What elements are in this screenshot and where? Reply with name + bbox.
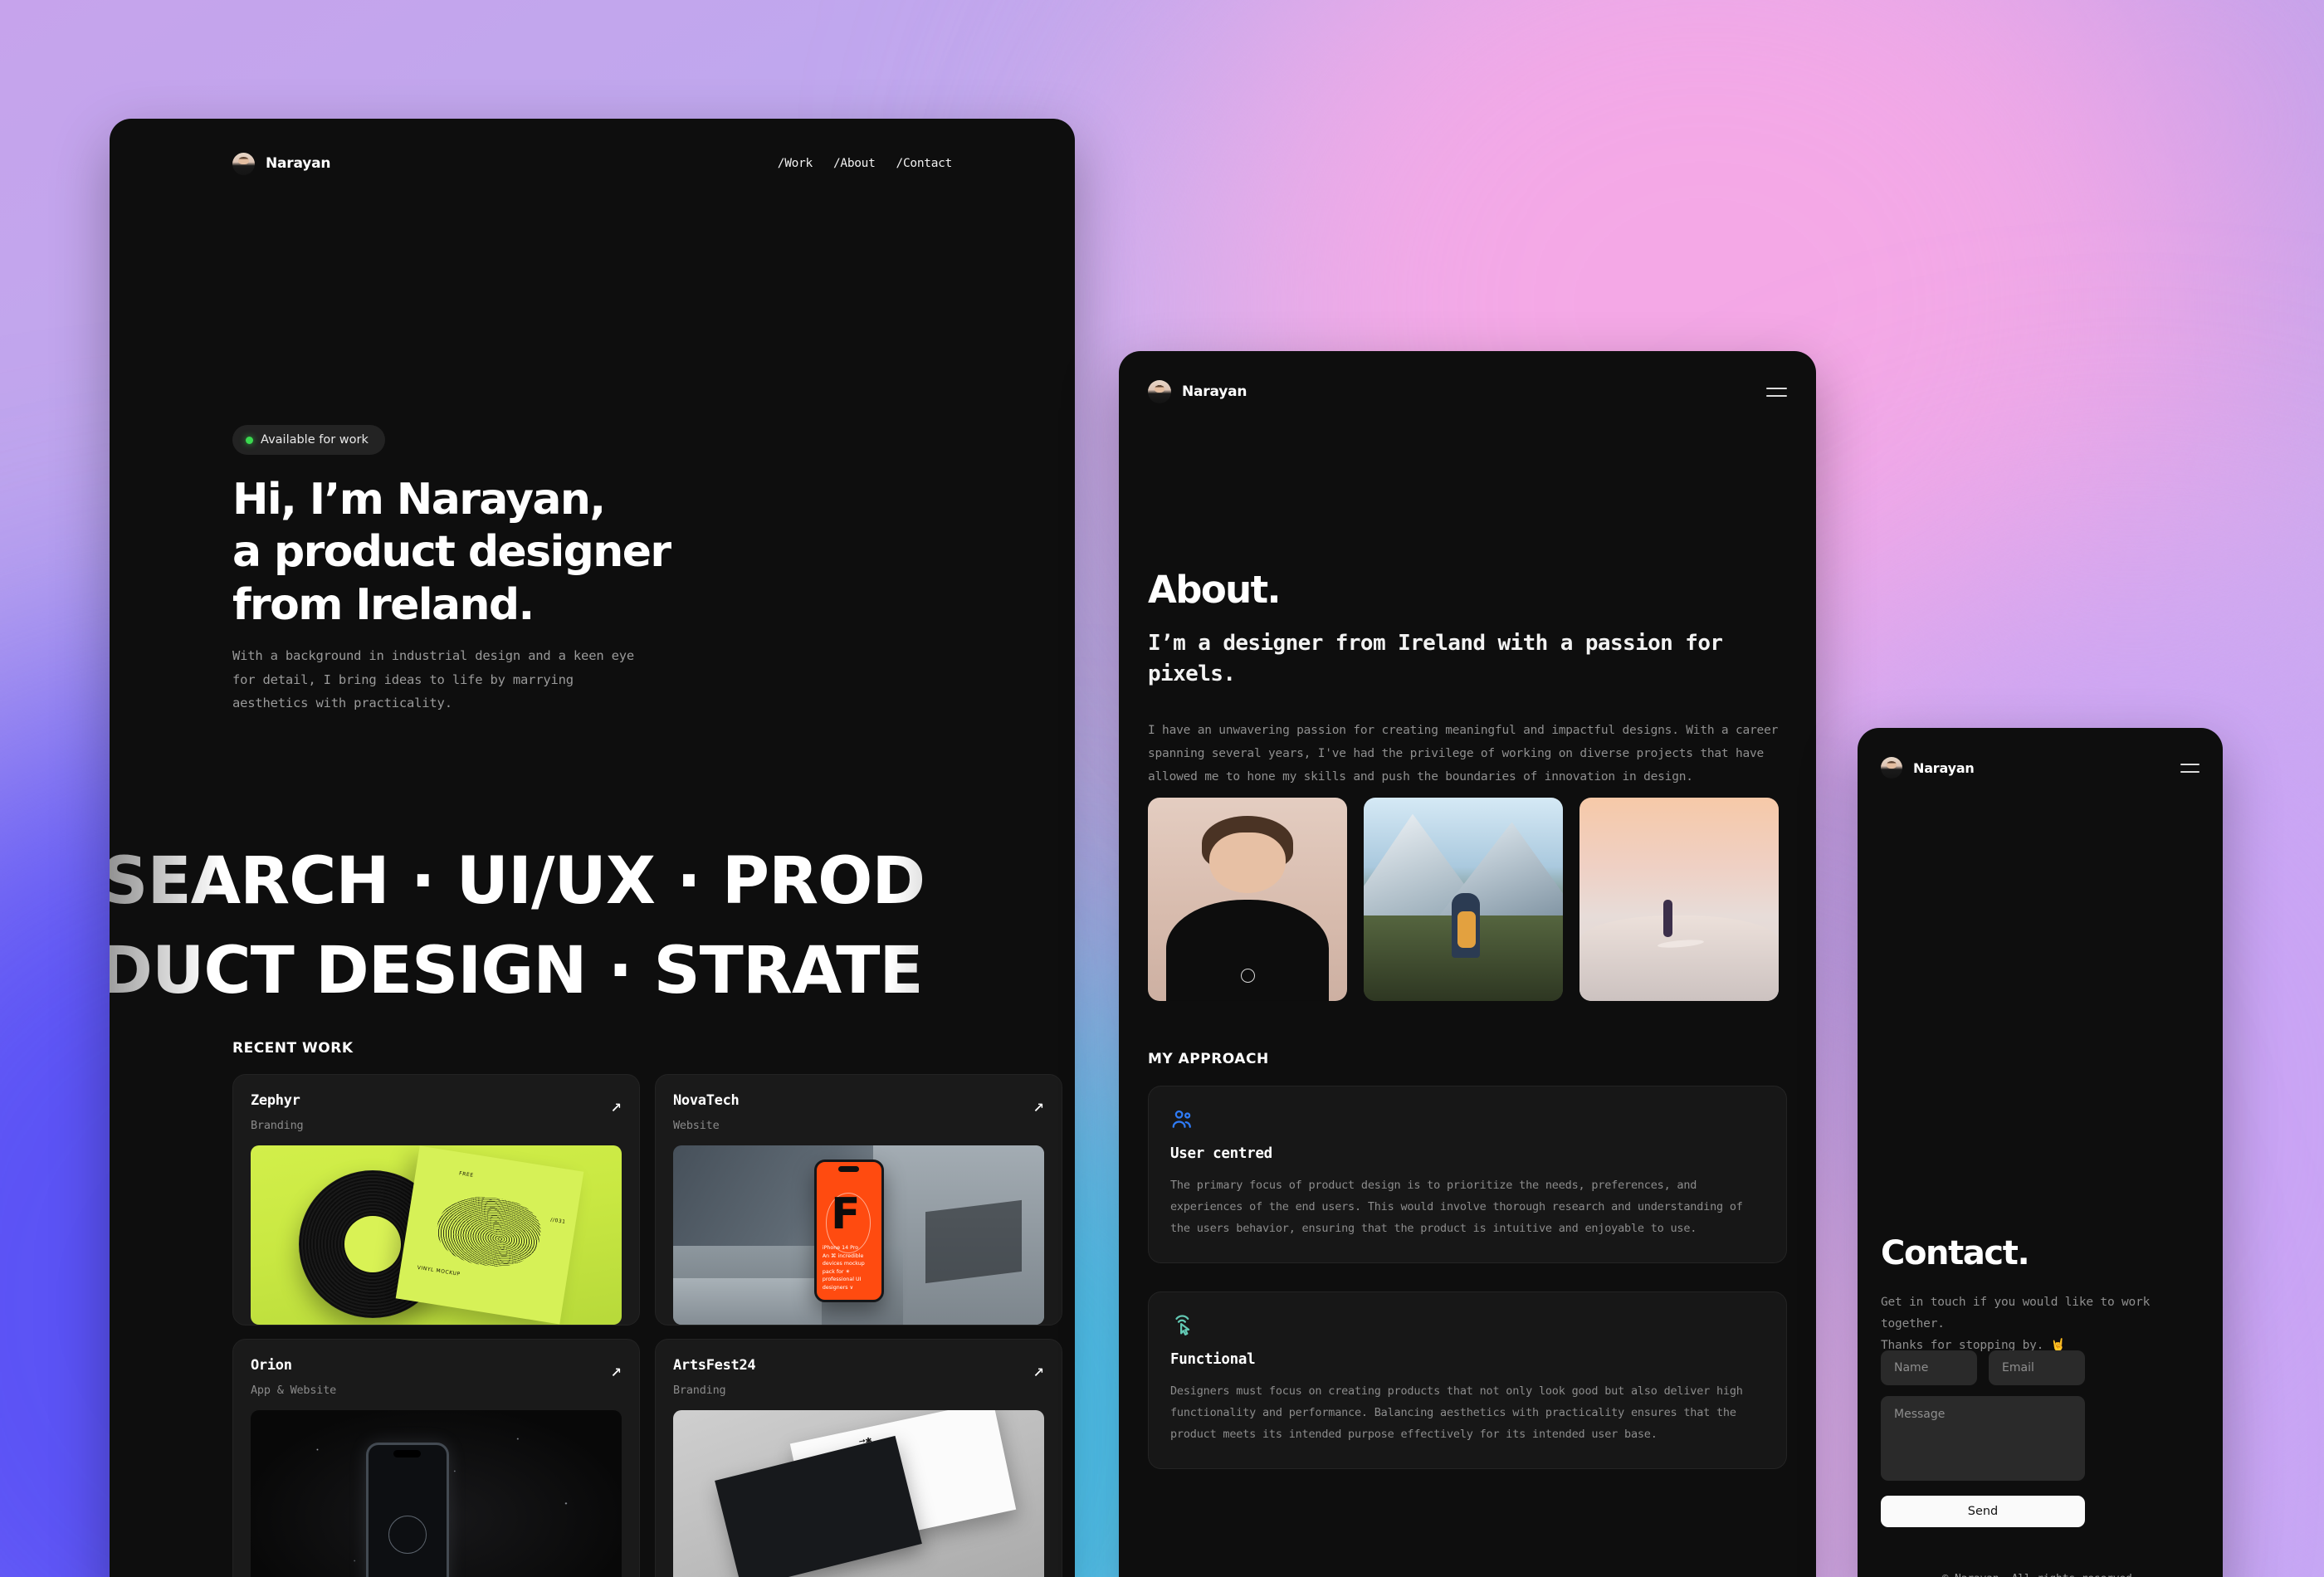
contact-page-panel: Narayan Contact. Get in touch if you wou… (1858, 728, 2223, 1577)
project-card-artsfest24[interactable]: ArtsFest24 Branding ↗ ➞✱ (655, 1339, 1062, 1577)
users-icon (1170, 1107, 1765, 1132)
headline-line-3: from Ireland. (232, 579, 535, 630)
marquee-line-1: ESEARCH · UI/UX · PROD (110, 837, 1075, 927)
copyright-text: © Narayan. All rights reserved. (1858, 1573, 2223, 1577)
project-thumbnail-vinyl: FREE //031 VINYL MOCKUP (251, 1145, 622, 1325)
project-title: Zephyr (251, 1092, 300, 1109)
avatar (1148, 380, 1171, 403)
approach-body: The primary focus of product design is t… (1170, 1179, 1743, 1236)
arrow-up-right-icon[interactable]: ↗ (1033, 1357, 1044, 1380)
availability-label: Available for work (261, 433, 369, 447)
project-title: Orion (251, 1357, 292, 1374)
brand-name: Narayan (1913, 759, 1975, 776)
status-dot-icon (246, 436, 253, 444)
about-page-panel: Narayan About. I’m a designer from Irela… (1119, 351, 1816, 1577)
message-input[interactable] (1881, 1396, 2085, 1481)
about-body-text: I have an unwavering passion for creatin… (1148, 724, 1779, 784)
project-tag: Branding (673, 1384, 726, 1397)
desktop-header: Narayan /Work /About /Contact (232, 145, 952, 182)
project-tag: Branding (251, 1119, 304, 1132)
cursor-click-icon (1170, 1313, 1765, 1338)
hero-intro-text: With a background in industrial design a… (232, 648, 634, 711)
approach-card-user-centred: User centred The primary focus of produc… (1148, 1086, 1787, 1264)
headline-line-2: a product designer (232, 527, 671, 578)
headline-line-1: Hi, I’m Narayan, (232, 475, 606, 525)
recent-work-grid: Zephyr Branding ↗ FREE //031 VINYL MOCKU… (232, 1074, 1062, 1577)
contact-form-row (1881, 1350, 2085, 1385)
marquee-line-2: ODUCT DESIGN · STRATE (110, 927, 1075, 1016)
recent-work-heading: RECENT WORK (232, 1040, 354, 1057)
nav-link-work[interactable]: /Work (778, 157, 813, 170)
project-tag: Website (673, 1119, 720, 1132)
page-title: Hi, I’m Narayan, a product designer from… (232, 474, 979, 632)
arrow-up-right-icon[interactable]: ↗ (1033, 1092, 1044, 1116)
phone-art-caption: An ⌘ incredible devices mockup pack for … (822, 1252, 865, 1291)
project-thumbnail-dark-phone (251, 1410, 622, 1577)
approach-title: Functional (1170, 1351, 1256, 1368)
primary-nav: /Work /About /Contact (778, 157, 953, 170)
email-input[interactable] (1989, 1350, 2085, 1385)
approach-body: Designers must focus on creating product… (1170, 1384, 1743, 1442)
hamburger-menu-icon[interactable] (2180, 763, 2200, 773)
about-header: Narayan (1148, 375, 1787, 408)
arrow-up-right-icon[interactable]: ↗ (611, 1357, 622, 1380)
project-thumbnail-paper: ➞✱ (673, 1410, 1044, 1577)
project-title: ArtsFest24 (673, 1357, 756, 1374)
hamburger-menu-icon[interactable] (1766, 387, 1787, 397)
avatar (1881, 757, 1902, 779)
contact-header: Narayan (1881, 752, 2200, 784)
approach-heading: MY APPROACH (1148, 1051, 1269, 1067)
phone-art-letter: F (831, 1189, 861, 1239)
brand-logo[interactable]: Narayan (232, 152, 331, 175)
contact-body-text: Get in touch if you would like to work t… (1881, 1296, 2151, 1352)
brand-name: Narayan (1182, 383, 1247, 400)
photo-surfer-sunset (1579, 798, 1779, 1001)
brand-name: Narayan (266, 155, 331, 172)
project-tag: App & Website (251, 1384, 337, 1397)
vinyl-art-code-label: //031 (549, 1216, 566, 1225)
about-title: About. (1148, 568, 1282, 612)
approach-title: User centred (1170, 1145, 1272, 1162)
contact-title: Contact. (1881, 1234, 2030, 1272)
vinyl-art-free-label: FREE (458, 1170, 474, 1179)
name-input[interactable] (1881, 1350, 1977, 1385)
arrow-up-right-icon[interactable]: ↗ (611, 1092, 622, 1116)
vinyl-art-title-label: VINYL MOCKUP (416, 1264, 461, 1277)
about-photo-gallery (1148, 798, 1779, 1001)
brand-logo[interactable]: Narayan (1881, 757, 1975, 779)
about-subtitle: I’m a designer from Ireland with a passi… (1148, 631, 1723, 686)
nav-link-contact[interactable]: /Contact (896, 157, 953, 170)
brand-logo[interactable]: Narayan (1148, 380, 1247, 403)
project-card-zephyr[interactable]: Zephyr Branding ↗ FREE //031 VINYL MOCKU… (232, 1074, 640, 1326)
project-card-novatech[interactable]: NovaTech Website ↗ F iPhone 14 Pro An ⌘ … (655, 1074, 1062, 1326)
desktop-portfolio-panel: Narayan /Work /About /Contact Available … (110, 119, 1075, 1577)
project-card-orion[interactable]: Orion App & Website ↗ (232, 1339, 640, 1577)
skills-marquee: ESEARCH · UI/UX · PROD ODUCT DESIGN · ST… (110, 837, 1075, 1016)
phone-art-device: iPhone 14 Pro (822, 1244, 859, 1251)
send-button[interactable]: Send (1881, 1496, 2085, 1527)
project-thumbnail-phone: F iPhone 14 Pro An ⌘ incredible devices … (673, 1145, 1044, 1325)
project-title: NovaTech (673, 1092, 740, 1109)
approach-card-functional: Functional Designers must focus on creat… (1148, 1291, 1787, 1470)
nav-link-about[interactable]: /About (833, 157, 876, 170)
avatar (232, 152, 255, 175)
photo-hiker-mountains (1364, 798, 1563, 1001)
photo-portrait (1148, 798, 1347, 1001)
availability-badge: Available for work (232, 425, 385, 455)
